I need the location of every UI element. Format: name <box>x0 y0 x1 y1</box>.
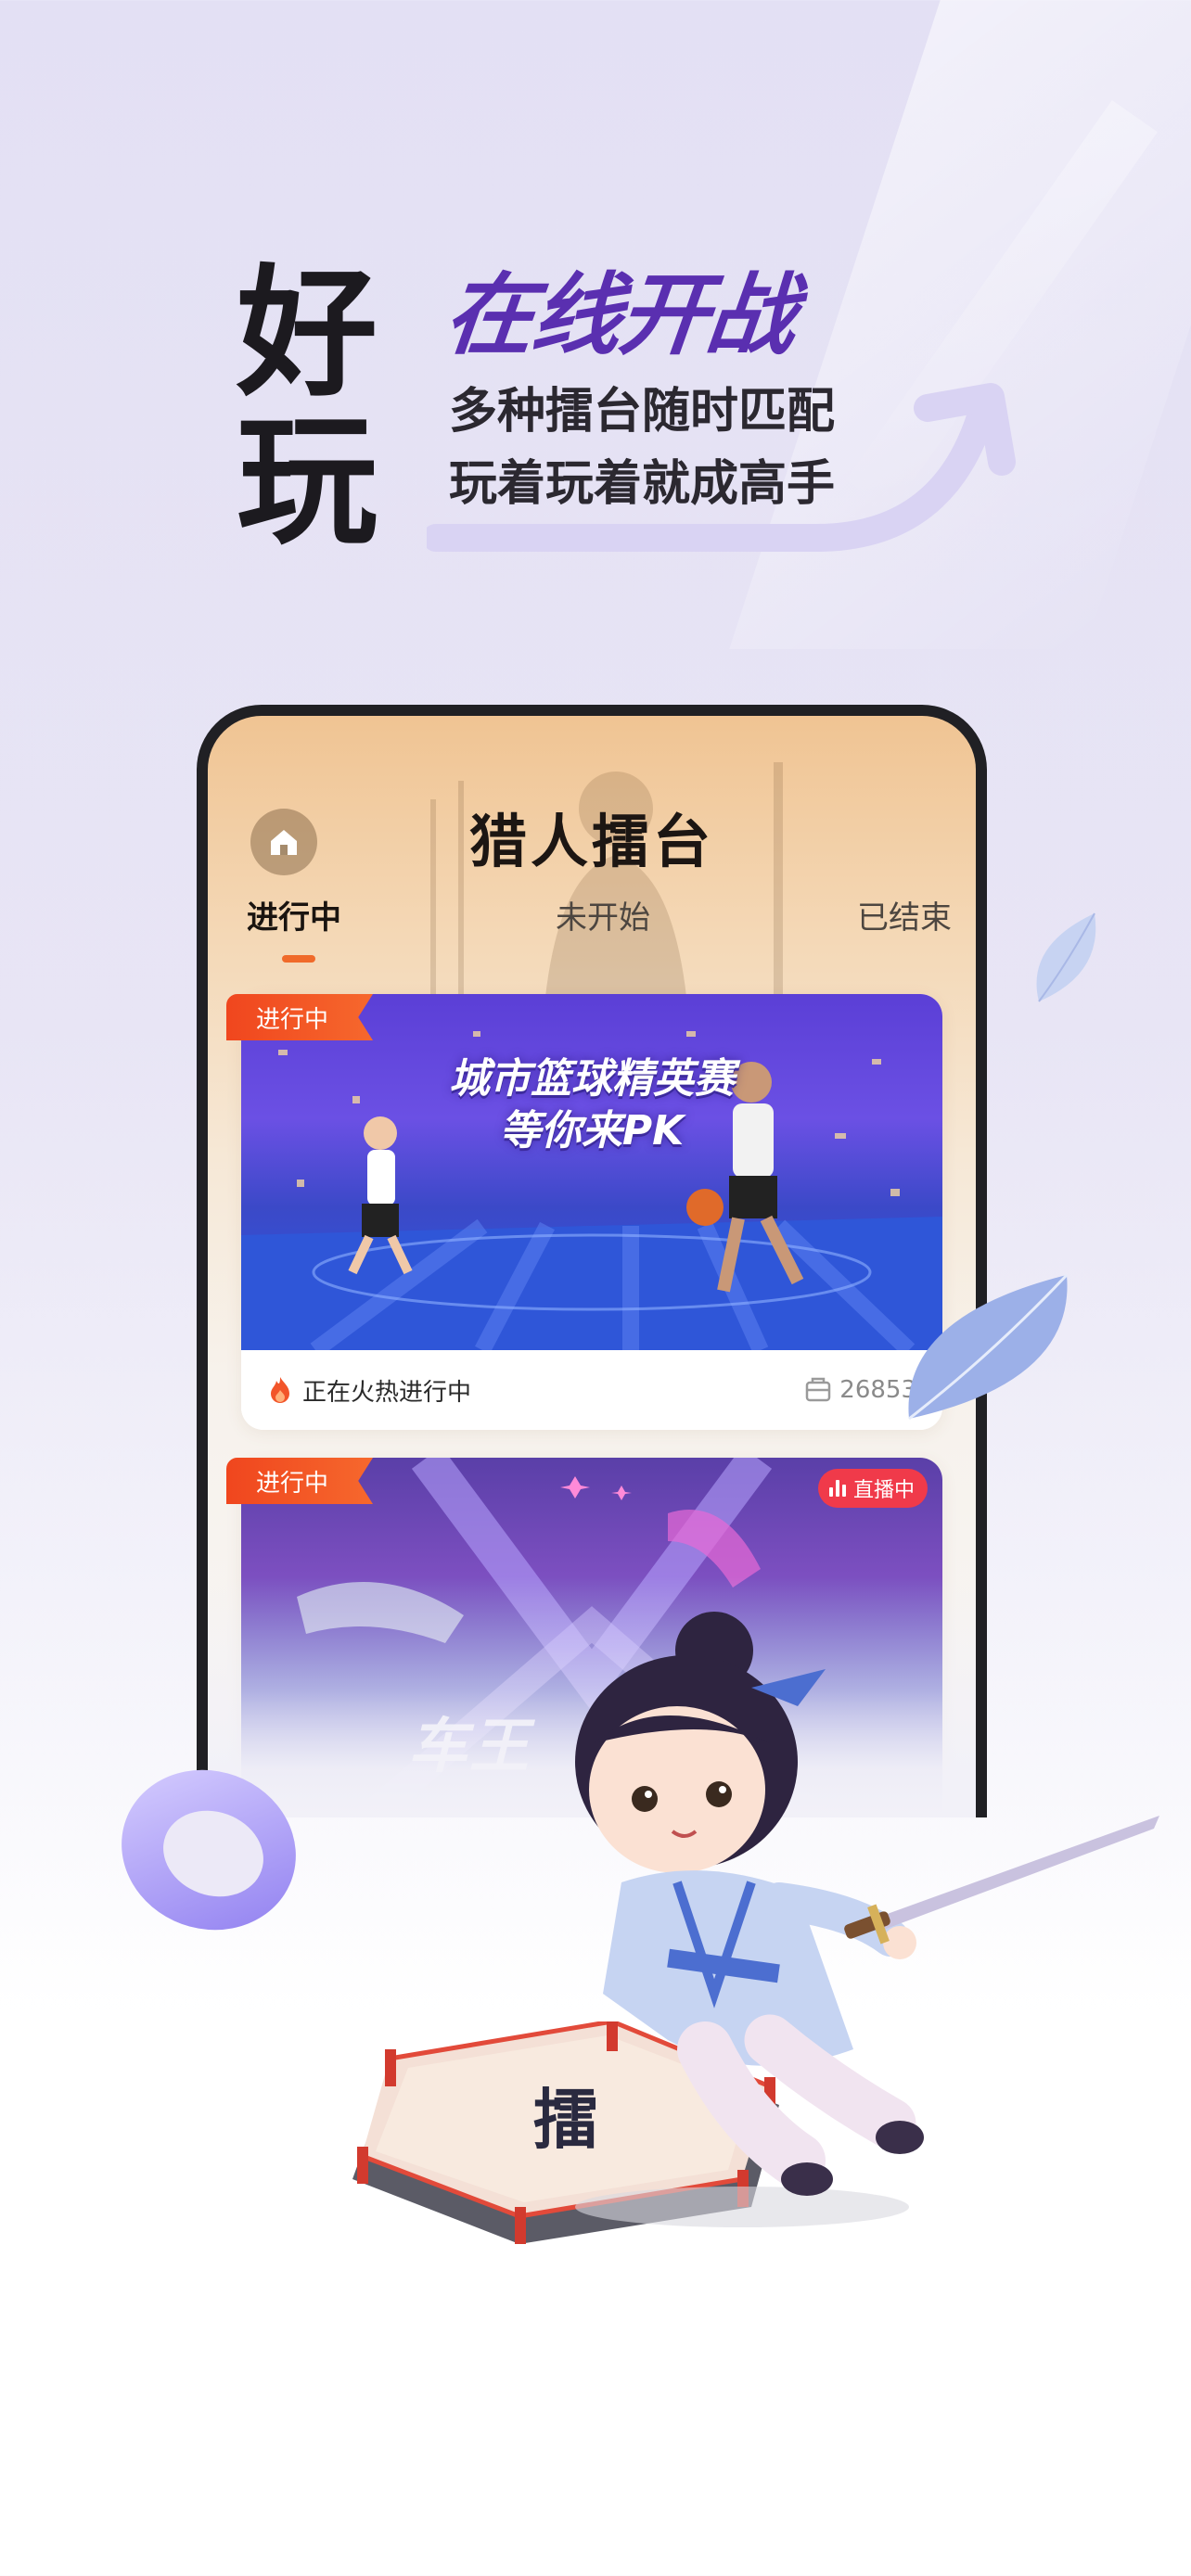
sword-icon <box>844 1816 1159 1945</box>
arena-card[interactable]: 城市篮球精英赛 等你来PK 正在火热进行中 26853 <box>241 994 942 1430</box>
tab-upcoming[interactable]: 未开始 <box>556 892 650 937</box>
card-footer: 正在火热进行中 26853 <box>241 1350 942 1430</box>
hero-big-text: 好 玩 <box>237 260 403 556</box>
leaf-icon <box>908 1273 1069 1421</box>
hero-char-1: 好 <box>237 251 378 415</box>
fire-icon <box>271 1377 289 1403</box>
tab-ended[interactable]: 已结束 <box>857 892 952 937</box>
status-text: 正在火热进行中 <box>302 1378 472 1407</box>
tab-ongoing[interactable]: 进行中 <box>247 892 341 937</box>
live-label: 直播中 <box>852 1479 915 1502</box>
live-badge: 直播中 <box>817 1469 928 1508</box>
arena-banner-image: 城市篮球精英赛 等你来PK <box>241 994 942 1350</box>
banner-headline: 城市篮球精英赛 等你来PK <box>241 1053 942 1157</box>
hero-subtitle: 多种擂台随时匹配 玩着玩着就成高手 <box>449 376 835 520</box>
live-bars-icon <box>828 1480 846 1497</box>
tab-bar: 进行中 未开始 已结束 <box>208 892 976 966</box>
banner-headline: 车王 <box>408 1713 531 1781</box>
basketball-scene-illustration <box>241 1031 942 1350</box>
hero-headline: 在线开战 <box>440 263 800 367</box>
banner-line-2: 等你来PK <box>499 1107 685 1154</box>
hero-char-2: 玩 <box>237 400 378 564</box>
ticket-icon <box>806 1377 831 1402</box>
active-tab-indicator <box>282 955 315 963</box>
ring-icon <box>122 1769 296 1931</box>
hero-subtitle-line-2: 玩着玩着就成高手 <box>449 456 836 512</box>
hero-subtitle-line-1: 多种擂台随时匹配 <box>449 384 836 440</box>
status-tag: 进行中 <box>226 1458 374 1504</box>
page-title: 猎人擂台 <box>468 808 714 875</box>
leaf-icon <box>1036 912 1096 1002</box>
status-tag: 进行中 <box>226 994 374 1040</box>
banner-line-1: 城市篮球精英赛 <box>449 1055 735 1103</box>
